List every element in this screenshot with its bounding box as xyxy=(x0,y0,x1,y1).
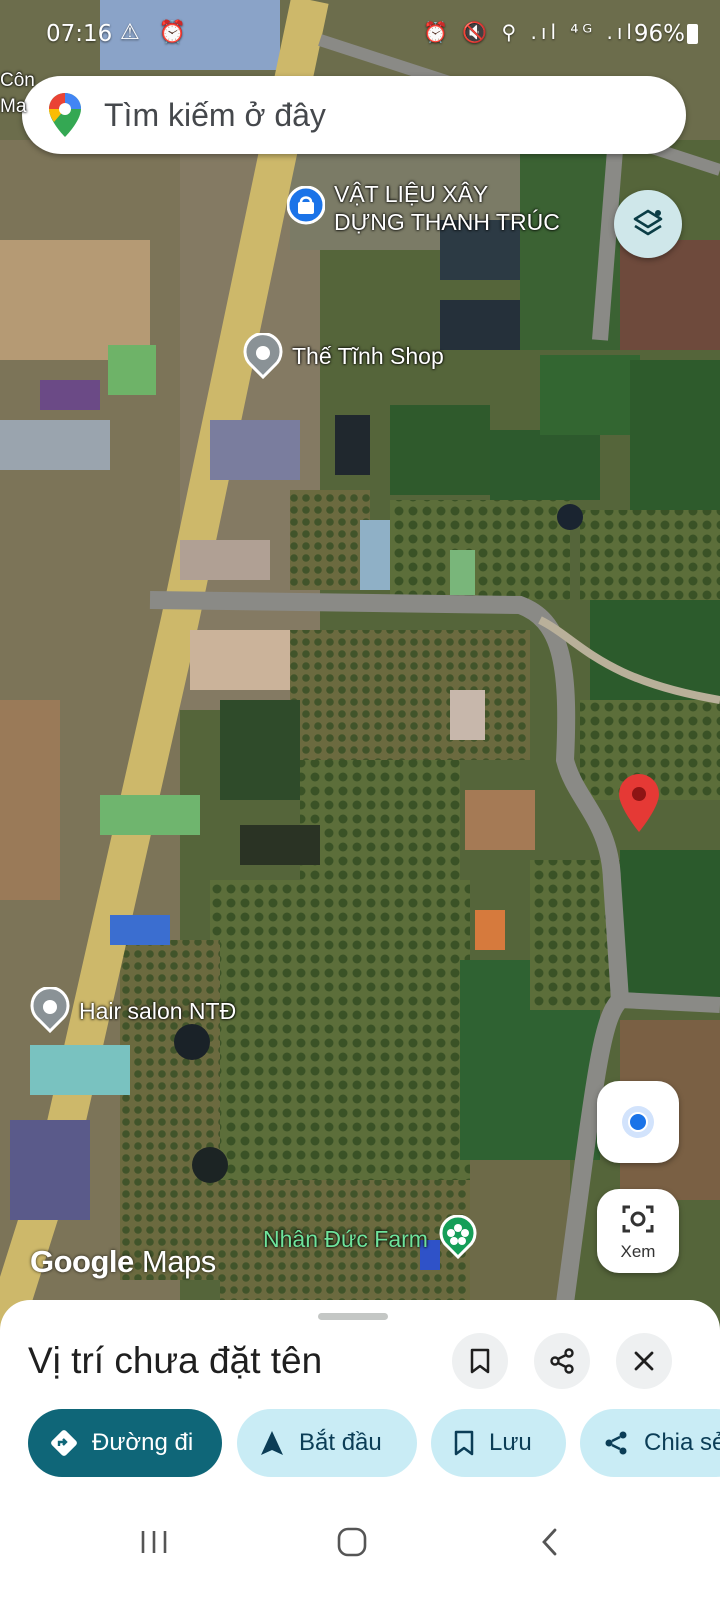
save-label: Lưu xyxy=(489,1429,532,1456)
layers-icon xyxy=(633,209,663,236)
system-status-icons: ⏰ 🔇 ⚲ .ıl ⁴ᴳ .ıl xyxy=(423,20,636,44)
system-navigation-bar xyxy=(0,1490,720,1600)
shop-marker[interactable] xyxy=(243,332,283,384)
back-button[interactable] xyxy=(520,1512,580,1572)
hair-salon-marker[interactable] xyxy=(30,986,70,1038)
save-place-button[interactable] xyxy=(452,1333,508,1389)
lens-view-button[interactable]: Xem xyxy=(597,1189,679,1273)
share-place-button[interactable] xyxy=(534,1333,590,1389)
share-chip[interactable]: Chia sẻ xyxy=(580,1409,720,1477)
lens-view-label: Xem xyxy=(620,1242,656,1261)
dropped-pin[interactable] xyxy=(616,772,662,839)
store-label-line1[interactable]: VẬT LIỆU XÂY xyxy=(334,181,488,208)
recent-apps-icon xyxy=(141,1531,167,1553)
status-bar: 07:16 ⚠ ⏰ ⏰ 🔇 ⚲ .ıl ⁴ᴳ .ıl 96% xyxy=(0,0,720,70)
search-bar[interactable] xyxy=(22,76,686,154)
bookmark-icon xyxy=(470,1348,490,1374)
home-button[interactable] xyxy=(322,1512,382,1572)
farm-marker[interactable] xyxy=(438,1214,478,1264)
recent-apps-button[interactable] xyxy=(124,1512,184,1572)
farm-label[interactable]: Nhân Đức Farm xyxy=(263,1226,428,1253)
layers-button[interactable] xyxy=(614,190,682,258)
red-location-pin-icon xyxy=(619,774,659,832)
start-label: Bắt đầu xyxy=(299,1429,382,1456)
battery-indicator: 96% xyxy=(634,21,698,47)
action-chips: Đường đi Bắt đầu Lưu Chia sẻ xyxy=(28,1409,720,1477)
my-location-dot-icon xyxy=(622,1106,654,1138)
flower-pin-icon xyxy=(439,1214,477,1260)
save-chip[interactable]: Lưu xyxy=(431,1409,566,1477)
battery-icon xyxy=(687,24,698,44)
search-input[interactable] xyxy=(104,76,664,154)
battery-percent: 96% xyxy=(633,21,685,47)
directions-chip[interactable]: Đường đi xyxy=(28,1409,222,1477)
google-maps-pin-icon xyxy=(48,92,82,143)
share-label: Chia sẻ xyxy=(644,1429,720,1456)
my-location-button[interactable] xyxy=(597,1081,679,1163)
start-chip[interactable]: Bắt đầu xyxy=(237,1409,417,1477)
store-marker[interactable] xyxy=(286,185,326,231)
store-label-line2[interactable]: DỰNG THANH TRÚC xyxy=(334,209,560,236)
close-sheet-button[interactable] xyxy=(616,1333,672,1389)
edge-label-mid: Ma xyxy=(0,96,27,117)
shop-label[interactable]: Thế Tĩnh Shop xyxy=(292,343,444,370)
home-icon xyxy=(337,1527,367,1557)
share-icon xyxy=(550,1348,574,1374)
shopping-bag-pin-icon xyxy=(286,185,326,225)
back-chevron-icon xyxy=(542,1528,557,1556)
close-icon xyxy=(634,1351,654,1371)
place-pin-icon xyxy=(30,986,70,1034)
google-maps-attribution: Google Maps xyxy=(30,1244,216,1280)
edge-label-top: Côn xyxy=(0,70,35,91)
bookmark-icon xyxy=(454,1430,474,1456)
hair-salon-label[interactable]: Hair salon NTĐ xyxy=(79,998,236,1025)
camera-lens-icon xyxy=(622,1205,654,1233)
sheet-drag-handle[interactable] xyxy=(318,1313,388,1320)
directions-icon xyxy=(51,1430,77,1456)
status-time: 07:16 xyxy=(46,21,113,47)
place-title: Vị trí chưa đặt tên xyxy=(28,1340,323,1381)
share-icon xyxy=(605,1431,627,1455)
place-pin-icon xyxy=(243,332,283,380)
navigation-arrow-icon xyxy=(261,1431,283,1455)
directions-label: Đường đi xyxy=(92,1429,194,1456)
attribution-maps: Maps xyxy=(141,1244,216,1279)
attribution-google: Google xyxy=(30,1244,134,1279)
notification-icons: ⚠ ⏰ xyxy=(120,20,193,45)
